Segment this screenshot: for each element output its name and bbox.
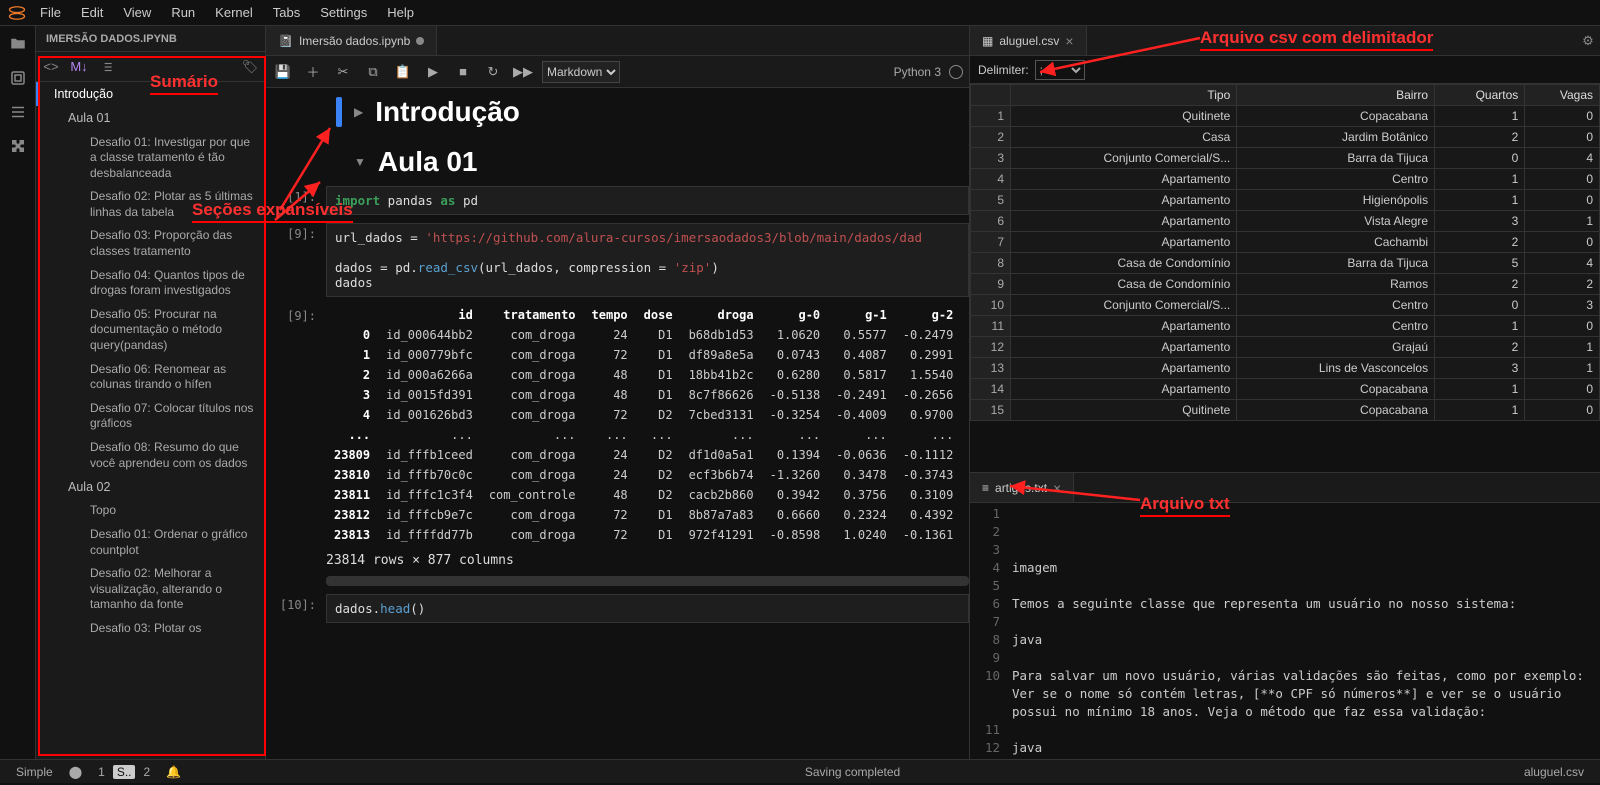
statusbar: Simple ⬤ 1 S.. 2 🔔 Saving completed alug… <box>0 759 1600 783</box>
status-mode[interactable]: Simple <box>8 765 61 779</box>
fastforward-icon[interactable]: ▶▶ <box>512 61 534 83</box>
cut-icon[interactable]: ✂ <box>332 61 354 83</box>
toc-item[interactable]: Introdução <box>36 82 265 106</box>
status-tabcount2: 2 <box>135 765 158 779</box>
close-icon[interactable]: × <box>1065 33 1073 49</box>
kernel-label[interactable]: Python 3 <box>894 65 941 79</box>
code-cell-10[interactable]: dados.head() <box>326 594 969 623</box>
markdown-icon[interactable]: M↓ <box>68 56 90 78</box>
tag-icon[interactable]: 🏷 <box>239 56 261 78</box>
toc-icon[interactable] <box>6 100 30 124</box>
status-toggle[interactable]: ⬤ <box>61 765 90 779</box>
toc-item[interactable]: Desafio 03: Proporção das classes tratam… <box>36 224 265 263</box>
toc-item[interactable]: Aula 01 <box>36 106 265 130</box>
csv-pane: ▦ aluguel.csv × ⚙ Delimiter: ; TipoBairr… <box>970 26 1600 473</box>
txt-pane: ≡ artigos.txt × 12345678910 1112 imagem … <box>970 473 1600 759</box>
toc-item[interactable]: Desafio 01: Investigar por que a classe … <box>36 131 265 186</box>
prompt: [1]: <box>266 186 326 215</box>
toc-item[interactable]: Desafio 08: Resumo do que você aprendeu … <box>36 436 265 475</box>
toc-item[interactable]: Desafio 02: Plotar as 5 últimas linhas d… <box>36 185 265 224</box>
toc-item[interactable]: Desafio 01: Ordenar o gráfico countplot <box>36 523 265 562</box>
right-pane: ▦ aluguel.csv × ⚙ Delimiter: ; TipoBairr… <box>970 26 1600 759</box>
toc-item[interactable]: Desafio 07: Colocar títulos nos gráficos <box>36 397 265 436</box>
prompt: [9]: <box>266 223 326 297</box>
menu-view[interactable]: View <box>113 5 161 20</box>
restart-icon[interactable]: ↻ <box>482 61 504 83</box>
code-icon[interactable]: <> <box>40 56 62 78</box>
menu-tabs[interactable]: Tabs <box>263 5 310 20</box>
toc-item[interactable]: Aula 02 <box>36 475 265 499</box>
rows-summary: 23814 rows × 877 columns <box>326 545 969 572</box>
status-file: aluguel.csv <box>1516 765 1592 779</box>
menu-settings[interactable]: Settings <box>310 5 377 20</box>
puzzle-icon[interactable] <box>6 134 30 158</box>
toc-item[interactable]: Desafio 03: Plotar os <box>36 617 265 641</box>
menu-help[interactable]: Help <box>377 5 424 20</box>
toc-item[interactable]: Desafio 06: Renomear as colunas tirando … <box>36 358 265 397</box>
notebook-content[interactable]: ▶ Introdução ▼ Aula 01 [1]: import pandas … <box>266 88 969 759</box>
text-editor[interactable]: 12345678910 1112 imagem Temos a seguinte… <box>970 503 1600 759</box>
cell-type-select[interactable]: Markdown <box>542 61 620 83</box>
toc-item[interactable]: Desafio 02: Melhorar a visualização, alt… <box>36 562 265 617</box>
status-badge: S.. <box>113 765 136 779</box>
toc-item[interactable]: Desafio 05: Procurar na documentação o m… <box>36 303 265 358</box>
jupyter-logo <box>4 0 30 26</box>
notebook-toolbar: 💾 ＋ ✂ ⧉ 📋 ▶ ■ ↻ ▶▶ Markdown Python 3 <box>266 56 969 88</box>
add-icon[interactable]: ＋ <box>302 61 324 83</box>
menu-run[interactable]: Run <box>161 5 205 20</box>
sidebar: IMERSÃO DADOS.IPYNB <> M↓ 🏷 IntroduçãoAu… <box>36 26 266 759</box>
notebook-icon: 📓 <box>278 34 293 48</box>
sidebar-title: IMERSÃO DADOS.IPYNB <box>36 26 265 52</box>
toc-item[interactable]: Topo <box>36 499 265 523</box>
close-icon[interactable]: × <box>1053 480 1061 496</box>
paste-icon[interactable]: 📋 <box>392 61 414 83</box>
delimiter-select[interactable]: ; <box>1035 60 1085 80</box>
status-tabcount: 1 <box>90 765 113 779</box>
csv-tab[interactable]: ▦ aluguel.csv × <box>970 26 1087 55</box>
menu-edit[interactable]: Edit <box>71 5 113 20</box>
text-icon: ≡ <box>982 481 989 495</box>
expand-caret-icon[interactable]: ▶ <box>354 105 363 119</box>
notebook-tabs: 📓 Imersão dados.ipynb <box>266 26 969 56</box>
notebook-area: 📓 Imersão dados.ipynb 💾 ＋ ✂ ⧉ 📋 ▶ ■ ↻ ▶▶… <box>266 26 970 759</box>
run-icon[interactable]: ▶ <box>422 61 444 83</box>
h1-aula01: Aula 01 <box>378 146 478 178</box>
tab-label: aluguel.csv <box>999 34 1059 48</box>
csv-grid[interactable]: TipoBairroQuartosVagas1QuitineteCopacaba… <box>970 84 1600 421</box>
folder-icon[interactable] <box>6 32 30 56</box>
h1-intro: Introdução <box>375 96 520 128</box>
status-bell-icon[interactable]: 🔔 <box>158 765 189 779</box>
tab-label: Imersão dados.ipynb <box>299 34 410 48</box>
activity-bar <box>0 26 36 759</box>
output-dataframe: idtratamentotempodosedrogag-0g-1g-20id_0… <box>326 305 969 545</box>
collapse-caret-icon[interactable]: ▼ <box>354 155 366 169</box>
dirty-dot-icon <box>416 37 424 45</box>
code-cell-1[interactable]: import pandas as pd <box>326 186 969 215</box>
toc-item[interactable]: Desafio 04: Quantos tipos de drogas fora… <box>36 264 265 303</box>
status-message: Saving completed <box>797 765 908 779</box>
table-of-contents[interactable]: IntroduçãoAula 01Desafio 01: Investigar … <box>36 82 265 759</box>
menu-kernel[interactable]: Kernel <box>205 5 263 20</box>
copy-icon[interactable]: ⧉ <box>362 61 384 83</box>
menubar: FileEditViewRunKernelTabsSettingsHelp <box>0 0 1600 26</box>
prompt: [9]: <box>266 305 326 586</box>
save-icon[interactable]: 💾 <box>272 61 294 83</box>
notebook-tab[interactable]: 📓 Imersão dados.ipynb <box>266 26 437 55</box>
txt-tab[interactable]: ≡ artigos.txt × <box>970 473 1074 502</box>
menu-file[interactable]: File <box>30 5 71 20</box>
code-cell-9[interactable]: url_dados = 'https://github.com/alura-cu… <box>326 223 969 297</box>
kernel-status-icon <box>949 65 963 79</box>
prompt: [10]: <box>266 594 326 623</box>
gear-icon[interactable]: ⚙ <box>1576 26 1600 55</box>
tab-label: artigos.txt <box>995 481 1047 495</box>
spreadsheet-icon: ▦ <box>982 34 993 48</box>
sidebar-toolbar: <> M↓ 🏷 <box>36 52 265 82</box>
running-icon[interactable] <box>6 66 30 90</box>
numbered-icon[interactable] <box>96 56 118 78</box>
stop-icon[interactable]: ■ <box>452 61 474 83</box>
delimiter-label: Delimiter: <box>978 63 1029 77</box>
hscroll-icon[interactable] <box>326 576 969 586</box>
